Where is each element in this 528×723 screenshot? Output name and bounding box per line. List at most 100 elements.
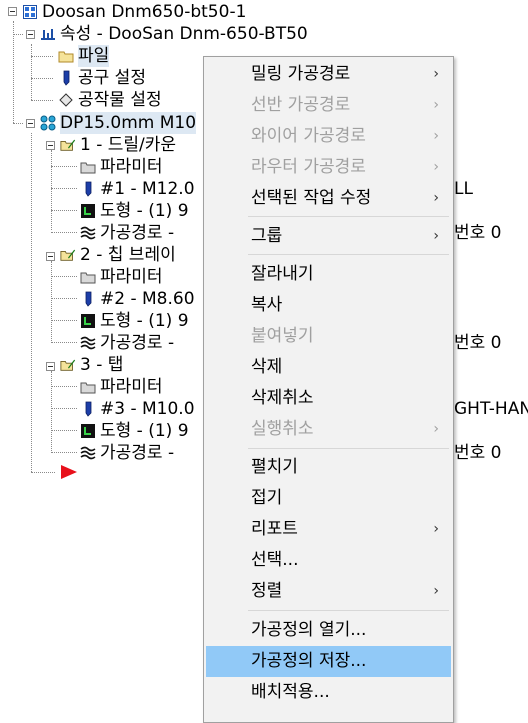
menu-item-sort[interactable]: 정렬 › (206, 576, 451, 607)
tree-guide (51, 408, 77, 409)
collapse-toggle[interactable] (46, 362, 55, 371)
tree-guide (31, 133, 32, 472)
machine-grid-icon (22, 4, 38, 20)
tree-node-operation-1[interactable]: 1 - 드릴/카운 (60, 134, 176, 156)
tree-node-geometry[interactable]: 도형 - (1) 9 (80, 420, 189, 442)
menu-item-report[interactable]: 리포트 › (206, 514, 451, 545)
menu-item-collapse[interactable]: 접기 (206, 483, 451, 514)
geometry-icon (80, 423, 96, 439)
geometry-icon (80, 203, 96, 219)
submenu-arrow-icon: › (433, 421, 439, 437)
toolpath-info-tail: 번호 0 (454, 443, 502, 463)
geometry-label: 도형 - (1) 9 (100, 311, 189, 331)
operation-2-label: 2 - 칩 브레이 (80, 245, 176, 265)
tool-description-tail: LL (454, 179, 473, 199)
tree-guide (51, 371, 52, 451)
parameters-label: 파라미터 (100, 267, 163, 287)
collapse-toggle[interactable] (46, 252, 55, 261)
tree-node-tool[interactable]: #1 - M12.0 (80, 178, 195, 200)
tree-node-tool[interactable]: #3 - M10.0 (80, 398, 195, 420)
parameters-label: 파라미터 (100, 157, 163, 177)
parameters-label: 파라미터 (100, 377, 163, 397)
tree-node-geometry[interactable]: 도형 - (1) 9 (80, 310, 189, 332)
tree-guide (13, 123, 23, 124)
tree-node-toolpath[interactable]: 가공경로 - (80, 222, 174, 244)
collapse-toggle[interactable] (46, 141, 55, 150)
menu-separator (248, 448, 449, 449)
tool-icon (80, 401, 96, 417)
menu-item-batch[interactable]: 배치적용... (206, 677, 451, 708)
menu-item-copy[interactable]: 복사 (206, 290, 451, 321)
tree-guide (51, 320, 77, 321)
menu-item-edit-selected-operations[interactable]: 선택된 작업 수정 › (206, 183, 451, 214)
tree-node-tool-settings[interactable]: 공구 설정 (58, 67, 146, 89)
tree-node-parameters[interactable]: 파라미터 (80, 266, 163, 288)
tree-guide (51, 150, 52, 230)
menu-item-milling-toolpaths[interactable]: 밀링 가공경로 › (206, 59, 451, 90)
machine-label: Doosan Dnm650-bt50-1 (42, 2, 247, 22)
menu-item-undo: 실행취소 › (206, 414, 451, 445)
toolpath-group-icon (40, 115, 56, 131)
menu-item-groups[interactable]: 그룹 › (206, 221, 451, 252)
insert-arrow-icon[interactable] (60, 464, 78, 484)
tool-settings-label: 공구 설정 (78, 68, 146, 88)
collapse-toggle[interactable] (26, 30, 35, 39)
tree-guide (51, 386, 77, 387)
folder-icon (58, 48, 74, 64)
menu-separator (248, 610, 449, 611)
submenu-arrow-icon: › (433, 128, 439, 144)
tree-node-machine[interactable]: Doosan Dnm650-bt50-1 (22, 1, 246, 23)
tree-node-operation-2[interactable]: 2 - 칩 브레이 (60, 244, 176, 266)
tree-node-properties[interactable]: 속성 - DooSan Dnm-650-BT50 (40, 23, 308, 45)
tree-guide (31, 78, 53, 79)
menu-item-cut[interactable]: 잘라내기 (206, 259, 451, 290)
geometry-icon (80, 313, 96, 329)
parameters-folder-icon (80, 269, 96, 285)
collapse-toggle[interactable] (8, 7, 17, 16)
tree-node-toolpath[interactable]: 가공경로 - (80, 442, 174, 464)
tree-node-geometry[interactable]: 도형 - (1) 9 (80, 200, 189, 222)
tree-node-parameters[interactable]: 파라미터 (80, 376, 163, 398)
submenu-arrow-icon: › (433, 159, 439, 175)
menu-separator (248, 254, 449, 255)
menu-item-expand[interactable]: 펼치기 (206, 452, 451, 483)
tree-node-stock-settings[interactable]: 공작물 설정 (58, 89, 162, 111)
collapse-toggle[interactable] (26, 119, 35, 128)
parameters-folder-icon (80, 159, 96, 175)
tree-guide (51, 210, 77, 211)
submenu-arrow-icon: › (433, 583, 439, 599)
menu-item-lathe-toolpaths: 선반 가공경로 › (206, 90, 451, 121)
tree-node-operation-3[interactable]: 3 - 탭 (60, 354, 123, 376)
tool-icon (58, 70, 74, 86)
toolpath-label: 가공경로 - (100, 223, 175, 243)
properties-label: 속성 - DooSan Dnm-650-BT50 (60, 24, 308, 44)
operation-3-label: 3 - 탭 (80, 355, 124, 375)
tree-guide (51, 166, 77, 167)
tree-node-files[interactable]: 파일 (58, 45, 110, 67)
menu-item-save-operations[interactable]: 가공정의 저장... (206, 646, 451, 677)
tree-guide (51, 342, 77, 343)
menu-item-router-toolpaths: 라우터 가공경로 › (206, 152, 451, 183)
menu-item-open-operations[interactable]: 가공정의 열기... (206, 615, 451, 646)
menu-item-select[interactable]: 선택... (206, 545, 451, 576)
tree-guide (51, 261, 52, 341)
menu-item-paste: 붙여넣기 (251, 326, 314, 346)
tree-node-toolpath-group[interactable]: DP15.0mm M10 (40, 112, 197, 134)
menu-separator (248, 216, 449, 217)
tree-guide (31, 472, 55, 473)
tool-label: #2 - M8.60 (100, 289, 195, 309)
context-menu: 밀링 가공경로 › 선반 가공경로 › 와이어 가공경로 › 라우터 가공경로 … (203, 56, 454, 723)
tree-node-tool[interactable]: #2 - M8.60 (80, 288, 195, 310)
toolpath-label: 가공경로 - (100, 333, 175, 353)
toolpath-icon (80, 445, 96, 461)
tree-node-toolpath[interactable]: 가공경로 - (80, 332, 174, 354)
toolpath-info-tail: 번호 0 (454, 333, 502, 353)
tree-node-parameters[interactable]: 파라미터 (80, 156, 163, 178)
stock-diamond-icon (58, 92, 74, 108)
tree-guide (51, 298, 77, 299)
menu-item-delete[interactable]: 삭제 (206, 352, 451, 383)
tree-guide (13, 21, 14, 123)
tree-guide (51, 276, 77, 277)
menu-item-undelete[interactable]: 삭제취소 (206, 383, 451, 414)
toolpath-group-label: DP15.0mm M10 (60, 112, 197, 134)
